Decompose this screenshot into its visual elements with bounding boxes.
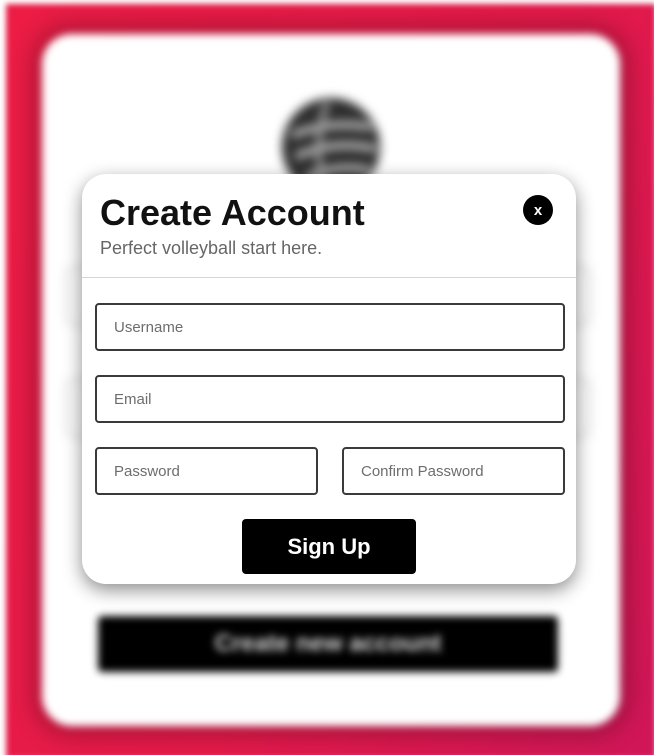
sign-up-button[interactable]: Sign Up	[242, 519, 416, 574]
email-input[interactable]	[95, 375, 565, 423]
modal-title: Create Account	[100, 192, 365, 233]
confirm-password-input[interactable]	[342, 447, 565, 495]
password-input[interactable]	[95, 447, 318, 495]
create-account-modal: Create Account Perfect volleyball start …	[82, 174, 576, 584]
modal-header: Create Account Perfect volleyball start …	[82, 174, 576, 278]
create-new-account-button: Create new account	[98, 616, 558, 672]
username-input[interactable]	[95, 303, 565, 351]
screen: Create new account Create Account Perfec…	[0, 0, 654, 755]
close-button[interactable]: x	[523, 195, 553, 225]
modal-subtitle: Perfect volleyball start here.	[100, 238, 323, 258]
